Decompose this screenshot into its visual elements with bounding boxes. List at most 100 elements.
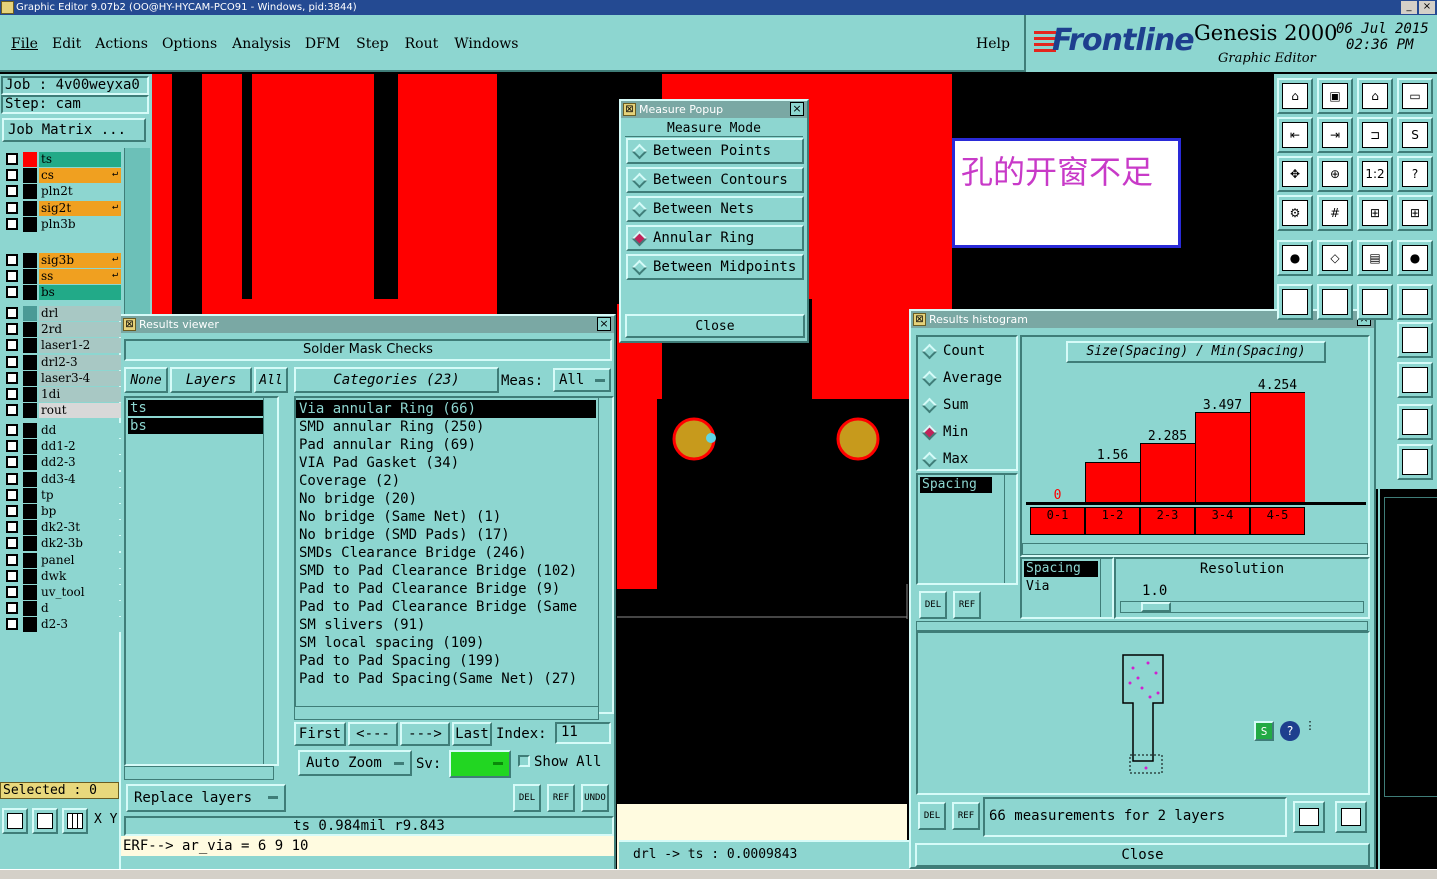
fit-icon[interactable]: ✥ [1277,156,1313,192]
layer-checkbox[interactable] [6,537,18,550]
measure-mode-option[interactable]: Annular Ring [626,225,804,251]
hist-del-button-2[interactable]: DEL [918,802,946,830]
layer-checkbox[interactable] [6,586,18,598]
cut-icon[interactable] [1317,284,1353,320]
pad-icon[interactable]: ● [1277,240,1313,276]
layer-row-cs[interactable]: cs ↵ [3,168,121,184]
layers-button[interactable]: Layers [170,367,252,393]
home-icon[interactable]: ⌂ [1357,78,1393,114]
transform-icon[interactable] [1397,362,1433,398]
layer-checkbox[interactable] [6,505,18,517]
sv-color-dropdown[interactable] [449,750,511,778]
undo-button[interactable]: UNDO [581,784,609,812]
layer-row-dd1-2[interactable]: dd1-2 [3,439,121,455]
layer-color-swatch[interactable] [23,487,37,503]
category-item[interactable]: Coverage (2) [296,472,596,490]
layer-checkbox[interactable] [6,323,18,336]
layer-color-swatch[interactable] [23,471,37,487]
layer-color-swatch[interactable] [23,601,37,617]
layer-checkbox[interactable] [6,569,18,582]
layer-row-drl[interactable]: drl [3,306,121,321]
window-icon[interactable]: ▭ [1397,78,1433,114]
minimize-button[interactable]: _ [1401,1,1417,14]
point-icon[interactable] [1397,284,1433,320]
menu-options[interactable]: Options [162,36,217,52]
category-item[interactable]: SM slivers (91) [296,616,596,634]
layer-checkbox[interactable] [6,355,18,368]
layer-color-swatch[interactable] [23,520,37,536]
layer-row-sig3b[interactable]: sig3b ↵ [3,253,121,268]
help-icon[interactable]: ? [1280,721,1300,741]
layer-color-swatch[interactable] [23,285,37,301]
close-window-button[interactable]: × [1419,1,1435,14]
export-button-2[interactable] [1335,801,1367,833]
layer-row-tp[interactable]: tp [3,487,121,503]
type-list-item[interactable]: Via [1024,579,1098,595]
layer-color-swatch[interactable] [23,216,37,232]
layer-color-swatch[interactable] [23,370,37,386]
results-layer-item[interactable]: bs [128,418,266,434]
hist-ref-button[interactable]: REF [953,591,981,619]
layer-row-ts[interactable]: ts [3,152,121,167]
categories-button[interactable]: Categories (23) [294,367,499,393]
layer-row-bp[interactable]: bp [3,504,121,519]
layer-color-swatch[interactable] [23,253,37,268]
layer-color-swatch[interactable] [23,455,37,471]
layer-row-pln2t[interactable]: pln2t [3,184,121,200]
categories-vscroll[interactable] [598,398,612,712]
layer-checkbox[interactable] [6,440,18,453]
layer-row-dk2-3t[interactable]: dk2-3t [3,520,121,536]
layer-color-swatch[interactable] [23,322,37,338]
zoom-area-button[interactable] [2,808,28,834]
show-all-checkbox[interactable] [518,755,530,767]
layer-list-vscroll[interactable] [263,398,277,764]
category-item[interactable]: Pad to Pad Clearance Bridge (9) [296,580,596,598]
measure-icon[interactable]: ▤ [1357,240,1393,276]
results-viewer-close-icon[interactable]: × [597,317,611,331]
center-icon[interactable]: ⊕ [1317,156,1353,192]
category-item[interactable]: Via annular Ring (66) [296,400,596,418]
results-layer-list[interactable]: ts bs [124,396,279,766]
layer-row-d[interactable]: d [3,601,121,617]
net-icon[interactable]: ⊞ [1357,195,1393,231]
layer-color-swatch[interactable] [23,617,37,633]
layer-row-dd2-3[interactable]: dd2-3 [3,455,121,471]
histogram-bar[interactable] [1250,392,1305,502]
menu-file[interactable]: File [11,36,38,52]
dot-icon[interactable]: ● [1397,240,1433,276]
resolution-slider[interactable] [1120,601,1364,613]
category-item[interactable]: No bridge (20) [296,490,596,508]
line-icon[interactable] [1357,284,1393,320]
hist-del-button[interactable]: DEL [919,591,947,619]
measure-mode-option[interactable]: Between Points [626,138,804,164]
step-icon[interactable] [1397,444,1433,480]
layer-checkbox[interactable] [6,286,18,299]
route-icon[interactable] [1277,284,1313,320]
open-icon[interactable]: ⌂ [1277,78,1313,114]
histogram-mode-option[interactable]: Sum [918,393,968,417]
type-list[interactable]: Spacing Via [1020,557,1114,619]
layer-checkbox[interactable] [6,169,18,182]
layer-checkbox[interactable] [6,217,18,230]
category-item[interactable]: VIA Pad Gasket (34) [296,454,596,472]
layer-row-d2-3[interactable]: d2-3 [3,617,121,633]
first-button[interactable]: First [294,722,346,746]
measure-mode-option[interactable]: Between Midpoints [626,254,804,280]
question-icon[interactable]: ? [1397,156,1433,192]
layer-color-swatch[interactable] [23,439,37,455]
histogram-bar[interactable] [1085,462,1140,502]
layer-color-swatch[interactable] [23,354,37,370]
layer-color-swatch[interactable] [23,152,37,167]
layer-color-swatch[interactable] [23,568,37,584]
menu-rout[interactable]: Rout [405,36,439,52]
layer-row-pln3b[interactable]: pln3b [3,216,121,232]
category-item[interactable]: SMD annular Ring (250) [296,418,596,436]
hist-ref-button-2[interactable]: REF [952,802,980,830]
replace-layers-dropdown[interactable]: Replace layers [126,784,286,812]
index-input[interactable]: 11 [555,722,611,744]
layer-row-laser1-2[interactable]: laser1-2 [3,338,121,354]
field-list-item[interactable]: Spacing [920,477,992,493]
layer-row-dwk[interactable]: dwk [3,568,121,584]
save-icon[interactable]: ▣ [1317,78,1353,114]
measure-tool-button[interactable] [32,808,58,834]
